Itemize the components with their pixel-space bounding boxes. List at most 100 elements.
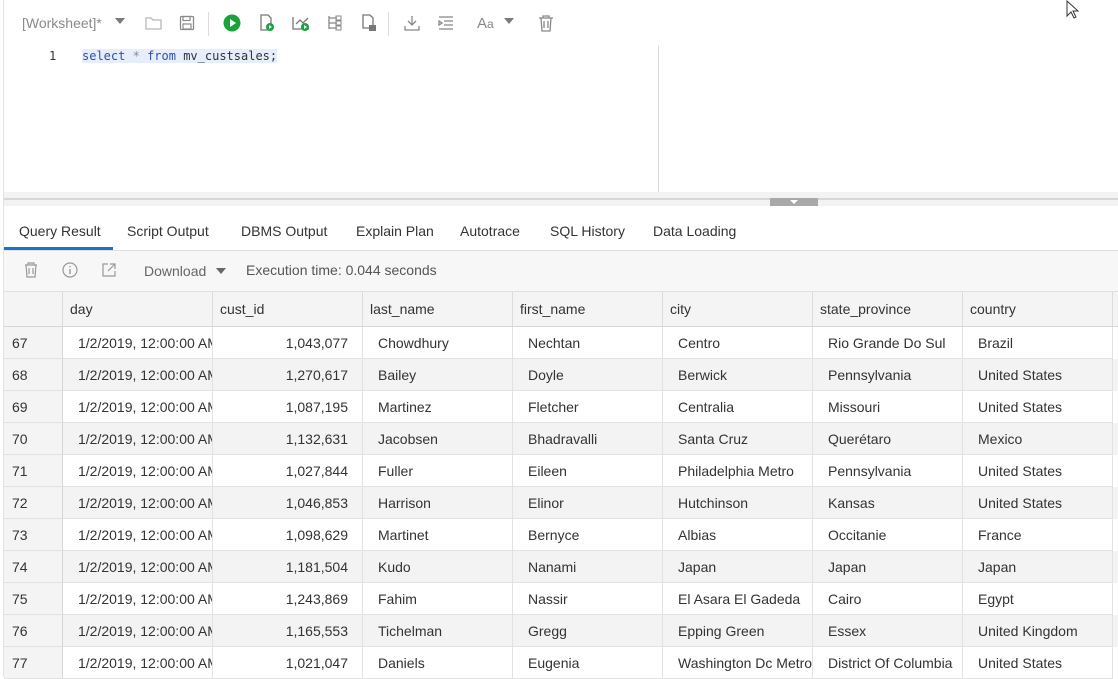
tab-script-output[interactable]: Script Output xyxy=(127,223,209,239)
cell-country[interactable]: United Kingdom xyxy=(963,615,1113,647)
cell-cust-id[interactable]: 1,243,869 xyxy=(213,583,363,615)
cell-state-province[interactable]: Missouri xyxy=(813,391,963,423)
row-number[interactable]: 71 xyxy=(4,455,63,487)
row-number[interactable]: 69 xyxy=(4,391,63,423)
cell-city[interactable]: Centro xyxy=(663,327,813,359)
cell-country[interactable]: United States xyxy=(963,647,1113,679)
run-script-icon[interactable] xyxy=(257,13,277,33)
cell-country[interactable]: United States xyxy=(963,359,1113,391)
cell-state-province[interactable]: District Of Columbia xyxy=(813,647,963,679)
table-row[interactable]: 70 1/2/2019, 12:00:00 AM 1,132,631 Jacobsen… xyxy=(4,423,1118,455)
cell-last-name[interactable]: Bailey xyxy=(363,359,513,391)
cell-day[interactable]: 1/2/2019, 12:00:00 AM xyxy=(63,519,213,551)
cell-day[interactable]: 1/2/2019, 12:00:00 AM xyxy=(63,423,213,455)
cell-state-province[interactable]: Cairo xyxy=(813,583,963,615)
cell-last-name[interactable]: Fahim xyxy=(363,583,513,615)
cell-country[interactable]: United States xyxy=(963,487,1113,519)
cell-city[interactable]: Albias xyxy=(663,519,813,551)
cell-cust-id[interactable]: 1,165,553 xyxy=(213,615,363,647)
cell-cust-id[interactable]: 1,270,617 xyxy=(213,359,363,391)
cell-last-name[interactable]: Kudo xyxy=(363,551,513,583)
cell-day[interactable]: 1/2/2019, 12:00:00 AM xyxy=(63,327,213,359)
cell-first-name[interactable]: Elinor xyxy=(513,487,663,519)
cell-city[interactable]: Philadelphia Metro xyxy=(663,455,813,487)
download-caret-icon[interactable] xyxy=(216,268,226,274)
cell-day[interactable]: 1/2/2019, 12:00:00 AM xyxy=(63,487,213,519)
explain-plan-icon[interactable] xyxy=(291,13,311,33)
sql-code-line[interactable]: select * from mv_custsales; xyxy=(82,49,278,63)
cell-last-name[interactable]: Tichelman xyxy=(363,615,513,647)
cell-first-name[interactable]: Doyle xyxy=(513,359,663,391)
cell-cust-id[interactable]: 1,181,504 xyxy=(213,551,363,583)
table-row[interactable]: 72 1/2/2019, 12:00:00 AM 1,046,853 Harrison… xyxy=(4,487,1118,519)
cell-cust-id[interactable]: 1,132,631 xyxy=(213,423,363,455)
tab-explain-plan[interactable]: Explain Plan xyxy=(356,223,434,239)
cell-day[interactable]: 1/2/2019, 12:00:00 AM xyxy=(63,583,213,615)
cell-last-name[interactable]: Martinez xyxy=(363,391,513,423)
cell-last-name[interactable]: Fuller xyxy=(363,455,513,487)
row-number[interactable]: 68 xyxy=(4,359,63,391)
cell-cust-id[interactable]: 1,027,844 xyxy=(213,455,363,487)
cell-first-name[interactable]: Nanami xyxy=(513,551,663,583)
row-number[interactable]: 67 xyxy=(4,327,63,359)
tab-sql-history[interactable]: SQL History xyxy=(550,223,625,239)
cell-first-name[interactable]: Gregg xyxy=(513,615,663,647)
cell-country[interactable]: Egypt xyxy=(963,583,1113,615)
cell-first-name[interactable]: Bhadravalli xyxy=(513,423,663,455)
column-header-first-name[interactable]: first_name xyxy=(513,292,663,326)
cell-country[interactable]: Brazil xyxy=(963,327,1113,359)
cell-first-name[interactable]: Nassir xyxy=(513,583,663,615)
cell-city[interactable]: Santa Cruz xyxy=(663,423,813,455)
tab-dbms-output[interactable]: DBMS Output xyxy=(241,223,327,239)
cell-last-name[interactable]: Jacobsen xyxy=(363,423,513,455)
cell-city[interactable]: Centralia xyxy=(663,391,813,423)
cell-state-province[interactable]: Occitanie xyxy=(813,519,963,551)
cell-city[interactable]: Berwick xyxy=(663,359,813,391)
cell-state-province[interactable]: Pennsylvania xyxy=(813,359,963,391)
tab-query-result[interactable]: Query Result xyxy=(19,223,101,239)
info-icon[interactable] xyxy=(61,261,79,279)
download-button[interactable]: Download xyxy=(144,263,206,279)
cell-country[interactable]: United States xyxy=(963,391,1113,423)
cell-city[interactable]: Washington Dc Metro xyxy=(663,647,813,679)
tab-data-loading[interactable]: Data Loading xyxy=(653,223,736,239)
table-row[interactable]: 68 1/2/2019, 12:00:00 AM 1,270,617 Bailey Do… xyxy=(4,359,1118,391)
cell-first-name[interactable]: Eileen xyxy=(513,455,663,487)
table-row[interactable]: 73 1/2/2019, 12:00:00 AM 1,098,629 Martinet… xyxy=(4,519,1118,551)
column-header-city[interactable]: city xyxy=(663,292,813,326)
cell-day[interactable]: 1/2/2019, 12:00:00 AM xyxy=(63,455,213,487)
cell-last-name[interactable]: Daniels xyxy=(363,647,513,679)
cell-state-province[interactable]: Pennsylvania xyxy=(813,455,963,487)
cell-city[interactable]: Epping Green xyxy=(663,615,813,647)
commit-icon[interactable] xyxy=(359,13,379,33)
cell-cust-id[interactable]: 1,087,195 xyxy=(213,391,363,423)
cell-cust-id[interactable]: 1,021,047 xyxy=(213,647,363,679)
cell-first-name[interactable]: Fletcher xyxy=(513,391,663,423)
autotrace-icon[interactable] xyxy=(325,13,345,33)
cell-country[interactable]: France xyxy=(963,519,1113,551)
row-number[interactable]: 70 xyxy=(4,423,63,455)
cell-city[interactable]: Hutchinson xyxy=(663,487,813,519)
folder-open-icon[interactable] xyxy=(144,13,164,33)
pane-splitter[interactable] xyxy=(4,192,1118,206)
cell-state-province[interactable]: Rio Grande Do Sul xyxy=(813,327,963,359)
cell-country[interactable]: Mexico xyxy=(963,423,1113,455)
cell-city[interactable]: El Asara El Gadeda xyxy=(663,583,813,615)
cell-first-name[interactable]: Eugenia xyxy=(513,647,663,679)
table-row[interactable]: 71 1/2/2019, 12:00:00 AM 1,027,844 Fuller Ei… xyxy=(4,455,1118,487)
cell-state-province[interactable]: Essex xyxy=(813,615,963,647)
table-row[interactable]: 76 1/2/2019, 12:00:00 AM 1,165,553 Tichelma… xyxy=(4,615,1118,647)
cell-country[interactable]: Japan xyxy=(963,551,1113,583)
cell-first-name[interactable]: Bernyce xyxy=(513,519,663,551)
cell-cust-id[interactable]: 1,043,077 xyxy=(213,327,363,359)
clear-results-trash-icon[interactable] xyxy=(22,261,40,279)
cell-state-province[interactable]: Querétaro xyxy=(813,423,963,455)
cell-day[interactable]: 1/2/2019, 12:00:00 AM xyxy=(63,615,213,647)
cell-cust-id[interactable]: 1,046,853 xyxy=(213,487,363,519)
column-header-day[interactable]: day xyxy=(63,292,213,326)
cell-day[interactable]: 1/2/2019, 12:00:00 AM xyxy=(63,391,213,423)
tab-autotrace[interactable]: Autotrace xyxy=(460,223,520,239)
font-dropdown-caret-icon[interactable] xyxy=(504,18,514,24)
cell-city[interactable]: Japan xyxy=(663,551,813,583)
run-statement-icon[interactable] xyxy=(222,13,242,33)
